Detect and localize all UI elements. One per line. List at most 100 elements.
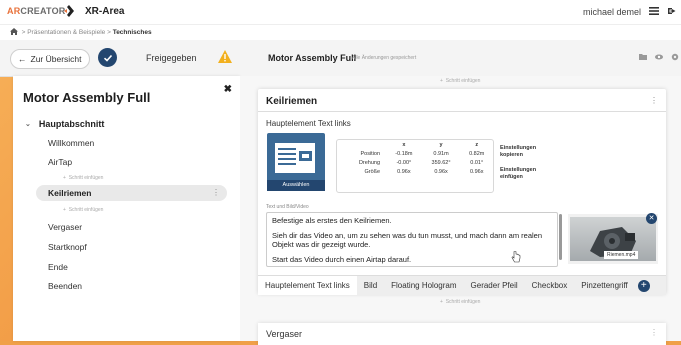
sidebar-add-step[interactable]: + Schritt einfügen — [63, 207, 103, 213]
sidebar-item-keilriemen-selected[interactable]: Keilriemen ⋮ — [36, 185, 227, 201]
more-options-icon[interactable]: ⋮ — [650, 328, 658, 337]
scale-z[interactable]: 0.96x — [460, 167, 493, 176]
text-scrollbar[interactable] — [559, 214, 562, 260]
eye-icon[interactable] — [655, 53, 663, 61]
section-label: Hauptabschnitt — [38, 119, 105, 129]
position-y[interactable]: 0.91m — [422, 149, 461, 158]
text-paragraph: Sieh dir das Video an, um zu sehen was d… — [272, 231, 543, 249]
tab-gerader-pfeil[interactable]: Gerader Pfeil — [464, 276, 525, 295]
template-thumbnail[interactable]: Auswählen — [267, 133, 325, 191]
video-thumbnail[interactable]: Riemen.mp4 — [568, 214, 658, 264]
sidebar-title: Motor Assembly Full — [23, 90, 151, 105]
layout-preview-icon — [278, 148, 312, 165]
tab-pinzettengriff[interactable]: Pinzettengriff — [574, 276, 635, 295]
folder-icon[interactable] — [639, 53, 647, 61]
step-panel: Keilriemen ⋮ Hauptelement Text links Aus… — [258, 89, 666, 295]
app-logo[interactable]: ARCREATOR — [7, 6, 65, 16]
checkmark-icon — [103, 54, 112, 62]
chevron-down-icon: ⌄ — [25, 121, 31, 128]
home-icon[interactable] — [10, 28, 18, 35]
table-header — [337, 140, 386, 149]
sidebar-item-startknopf[interactable]: Startknopf — [48, 242, 87, 252]
text-paragraph: Befestige als erstes den Keilriemen. — [272, 216, 392, 225]
document-title: Motor Assembly Full — [268, 53, 357, 63]
rotation-z[interactable]: 0.01° — [460, 158, 493, 167]
plus-icon: + — [440, 299, 443, 305]
section-header[interactable]: ⌄ Hauptabschnitt — [25, 119, 104, 129]
logout-icon[interactable] — [667, 6, 677, 16]
main-add-step[interactable]: + Schritt einfügen — [440, 78, 480, 84]
close-icon[interactable]: ✖ — [224, 84, 232, 95]
next-step-panel[interactable]: Vergaser ⋮ — [258, 323, 666, 345]
paste-settings-button[interactable]: Einstellungen einfügen — [500, 167, 536, 181]
more-options-icon[interactable]: ⋮ — [650, 96, 658, 105]
plus-icon: + — [63, 207, 66, 213]
rotation-x[interactable]: -0.00° — [386, 158, 422, 167]
transform-table: x y z Position -0.18m 0.91m 0.82m Drehun… — [336, 139, 494, 193]
hamburger-menu-icon[interactable] — [649, 6, 659, 16]
save-status: Alle Änderungen gespeichert — [352, 55, 417, 61]
add-step-label: Schritt einfügen — [68, 207, 104, 213]
paste-settings-line: einfügen — [500, 174, 523, 180]
sidebar-add-step[interactable]: + Schritt einfügen — [63, 175, 103, 181]
row-label: Größe — [364, 168, 381, 175]
top-bar: ARCREATOR XR-Area michael demel — [0, 0, 681, 24]
copy-settings-line: Einstellungen — [500, 145, 537, 151]
logo-mark-icon — [64, 5, 74, 17]
sidebar-item-vergaser[interactable]: Vergaser — [48, 222, 82, 232]
tab-floating-hologram[interactable]: Floating Hologram — [384, 276, 463, 295]
panel-title: Vergaser — [266, 329, 303, 339]
more-options-icon[interactable]: ⋮ — [212, 188, 220, 197]
sidebar-item-airtap[interactable]: AirTap — [48, 157, 72, 167]
back-to-overview-button[interactable]: ← Zur Übersicht — [10, 49, 90, 69]
scale-x[interactable]: 0.96x — [386, 167, 422, 176]
sidebar-item-beenden[interactable]: Beenden — [48, 281, 82, 291]
hand-cursor-icon — [511, 251, 521, 263]
element-tabs: Hauptelement Text links Bild Floating Ho… — [258, 275, 666, 295]
copy-settings-line: kopieren — [500, 152, 523, 158]
breadcrumb-item[interactable]: Präsentationen & Beispiele — [27, 29, 105, 36]
copy-settings-button[interactable]: Einstellungen kopieren — [500, 145, 536, 159]
divider — [258, 111, 666, 112]
add-step-label: Schritt einfügen — [68, 175, 104, 181]
select-button[interactable]: Auswählen — [267, 180, 325, 191]
add-element-icon[interactable]: + — [637, 279, 650, 292]
position-z[interactable]: 0.82m — [460, 149, 493, 158]
gear-icon[interactable] — [671, 53, 679, 61]
breadcrumb-current: Technisches — [112, 29, 152, 36]
close-icon[interactable]: ✕ — [646, 213, 657, 224]
scale-y[interactable]: 0.96x — [422, 167, 461, 176]
table-header: z — [475, 141, 479, 148]
plus-icon: + — [63, 175, 66, 181]
breadcrumb: > Präsentationen & Beispiele > Technisch… — [10, 28, 152, 36]
user-name[interactable]: michael demel — [583, 7, 641, 17]
sidebar-item-ende[interactable]: Ende — [48, 262, 68, 272]
add-step-label: Schritt einfügen — [445, 78, 481, 84]
breadcrumb-bar: > Präsentationen & Beispiele > Technisch… — [0, 24, 681, 41]
released-label: Freigegeben — [146, 53, 197, 63]
tab-hauptelement[interactable]: Hauptelement Text links — [258, 276, 357, 295]
main-add-step[interactable]: + Schritt einfügen — [440, 299, 480, 305]
tab-checkbox[interactable]: Checkbox — [525, 276, 575, 295]
release-check-button[interactable] — [98, 48, 117, 67]
table-row: Drehung -0.00° 359.62° 0.01° — [337, 158, 493, 167]
template-preview — [275, 143, 315, 173]
position-x[interactable]: -0.18m — [386, 149, 422, 158]
table-row: Position -0.18m 0.91m 0.82m — [337, 149, 493, 158]
table-header: x — [402, 141, 406, 148]
table-header-row: x y z — [337, 140, 493, 149]
sidebar-item-willkommen[interactable]: Willkommen — [48, 138, 94, 148]
add-step-label: Schritt einfügen — [445, 299, 481, 305]
paste-settings-line: Einstellungen — [500, 167, 537, 173]
warning-icon[interactable] — [218, 50, 232, 63]
panel-title: Keilriemen — [266, 96, 318, 107]
rotation-y[interactable]: 359.62° — [422, 158, 461, 167]
back-label: Zur Übersicht — [30, 54, 82, 64]
sidebar: Motor Assembly Full ✖ ⌄ Hauptabschnitt W… — [13, 76, 240, 341]
row-label: Drehung — [358, 159, 381, 166]
row-label: Position — [360, 150, 381, 157]
table-header: y — [439, 141, 443, 148]
toolbar-icons — [639, 53, 679, 61]
tab-bild[interactable]: Bild — [357, 276, 384, 295]
text-field-label: Text und Bild/Video — [266, 204, 309, 210]
